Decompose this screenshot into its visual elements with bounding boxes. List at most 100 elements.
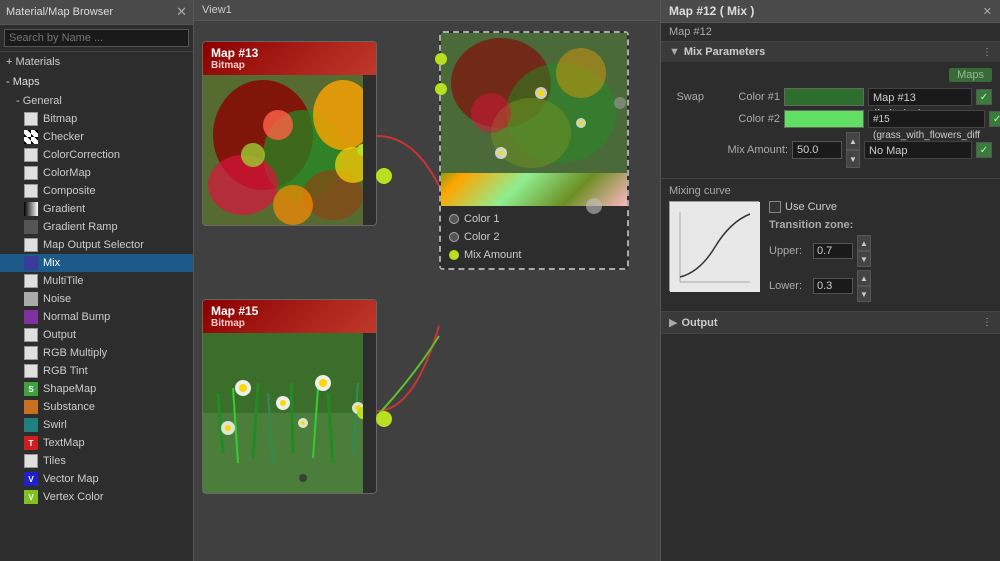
left-sections: + Materials - Maps - General Bitmap Chec… (0, 52, 193, 561)
colormap-label: ColorMap (43, 167, 91, 179)
gradientramp-label: Gradient Ramp (43, 221, 118, 233)
node12-input-color1[interactable]: Color 1 (441, 210, 627, 228)
search-bar (0, 25, 193, 52)
sidebar-item-gradientramp[interactable]: Gradient Ramp (0, 218, 193, 236)
close-icon[interactable]: ✕ (176, 4, 187, 20)
sidebar-item-noise[interactable]: Noise (0, 290, 193, 308)
mix-params-grid: Maps Swap Color #1 Map #13 (fruits.jpg) … (661, 62, 1000, 178)
lower-down-btn[interactable]: ▼ (857, 286, 871, 302)
node15-title: Map #15 (211, 304, 258, 318)
mix-parameters-header[interactable]: ▼ Mix Parameters ⋮ (661, 42, 1000, 62)
mixing-curve-section: Mixing curve Use Curve (661, 179, 1000, 312)
sidebar-item-output[interactable]: Output (0, 326, 193, 344)
search-input[interactable] (4, 29, 189, 47)
sidebar-item-mix[interactable]: Mix (0, 254, 193, 272)
colorcorrection-icon (24, 148, 38, 162)
materials-label: + Materials (6, 56, 60, 68)
sidebar-item-normalbump[interactable]: Normal Bump (0, 308, 193, 326)
sidebar-item-checker[interactable]: Checker (0, 128, 193, 146)
sidebar-item-bitmap[interactable]: Bitmap (0, 110, 193, 128)
output-icon (24, 328, 38, 342)
mix-label: Mix (43, 257, 60, 269)
sidebar-item-tiles[interactable]: Tiles (0, 452, 193, 470)
sidebar-item-textmap[interactable]: T TextMap (0, 434, 193, 452)
rgbtint-label: RGB Tint (43, 365, 88, 377)
materials-section[interactable]: + Materials (0, 52, 193, 72)
lower-input[interactable] (813, 278, 853, 294)
rgbtint-icon (24, 364, 38, 378)
amount-down-btn[interactable]: ▼ (846, 150, 860, 168)
vectormap-icon: V (24, 472, 38, 486)
node12-input-mixamount[interactable]: Mix Amount (441, 246, 627, 264)
node13-output-dot[interactable] (357, 144, 363, 156)
composite-label: Composite (43, 185, 96, 197)
shapemap-label: ShapeMap (43, 383, 96, 395)
sidebar-item-colormap[interactable]: ColorMap (0, 164, 193, 182)
sidebar-item-rgbtint[interactable]: RGB Tint (0, 362, 193, 380)
node-map12[interactable]: Map #12 Mix ≡ (439, 31, 629, 270)
sidebar-item-swirl[interactable]: Swirl (0, 416, 193, 434)
mixing-curve-content: Mixing curve Use Curve (661, 179, 1000, 311)
color1-swatch[interactable] (784, 88, 864, 106)
color2-label: Color 2 (464, 231, 499, 243)
color2-map-text[interactable]: #15 (grass_with_flowers_diff (868, 110, 985, 128)
rgbmultiply-label: RGB Multiply (43, 347, 107, 359)
viewport-canvas[interactable]: Map #13 Bitmap (194, 21, 660, 561)
noise-icon (24, 292, 38, 306)
upper-down-btn[interactable]: ▼ (857, 251, 871, 267)
color1-map-text[interactable]: Map #13 (fruits.jpg) (868, 88, 972, 106)
panel-header: Material/Map Browser ✕ (0, 0, 193, 25)
color2-swatch[interactable] (784, 110, 864, 128)
multitile-icon (24, 274, 38, 288)
upper-up-btn[interactable]: ▲ (857, 235, 871, 251)
curve-params: Use Curve Transition zone: Upper: ▲ ▼ Lo… (769, 201, 992, 305)
node12-input-color2[interactable]: Color 2 (441, 228, 627, 246)
sidebar-item-rgbmultiply[interactable]: RGB Multiply (0, 344, 193, 362)
mix-amount-input[interactable] (792, 141, 842, 159)
mapoutputselector-icon (24, 238, 38, 252)
node12-color2-dot[interactable] (435, 83, 447, 95)
node13-title: Map #13 (211, 46, 258, 60)
color2-check[interactable]: ✓ (989, 111, 1000, 127)
lower-row: Lower: ▲ ▼ (769, 270, 992, 302)
vertexcolor-label: Vertex Color (43, 491, 104, 503)
sidebar-item-vertexcolor[interactable]: V Vertex Color (0, 488, 193, 506)
lower-up-btn[interactable]: ▲ (857, 270, 871, 286)
sidebar-item-vectormap[interactable]: V Vector Map (0, 470, 193, 488)
mix-params-collapse-icon: ⋮ (982, 47, 992, 58)
transition-zone-label: Transition zone: (769, 219, 992, 231)
color1-param-row: Swap Color #1 Map #13 (fruits.jpg) ✓ (669, 88, 992, 106)
node15-output-dot[interactable] (357, 407, 363, 419)
right-panel-close-icon[interactable]: ✕ (983, 5, 992, 18)
right-panel-title: Map #12 ( Mix ) (669, 4, 754, 18)
node12-color1-dot[interactable] (435, 53, 447, 65)
tiles-label: Tiles (43, 455, 66, 467)
node-map13[interactable]: Map #13 Bitmap (202, 41, 377, 226)
amount-up-btn[interactable]: ▲ (846, 132, 860, 150)
nomap-check[interactable]: ✓ (976, 142, 992, 158)
sidebar-item-shapemap[interactable]: S ShapeMap (0, 380, 193, 398)
sidebar-item-colorcorrection[interactable]: ColorCorrection (0, 146, 193, 164)
node-map15[interactable]: Map #15 Bitmap (202, 299, 377, 494)
color1-check[interactable]: ✓ (976, 89, 992, 105)
sidebar-item-substance[interactable]: Substance (0, 398, 193, 416)
no-map-text[interactable]: No Map (864, 141, 972, 159)
upper-input[interactable] (813, 243, 853, 259)
general-subsection[interactable]: - General (0, 92, 193, 110)
node15-subtitle: Bitmap (211, 318, 258, 329)
output-header[interactable]: ▶ Output ⋮ (661, 312, 1000, 333)
mixamount-dot (449, 250, 459, 260)
sidebar-item-composite[interactable]: Composite (0, 182, 193, 200)
sidebar-item-multitile[interactable]: MultiTile (0, 272, 193, 290)
output-label: Output (43, 329, 76, 341)
maps-label: - Maps (6, 76, 40, 88)
curve-canvas[interactable] (669, 201, 759, 291)
sidebar-item-mapoutputselector[interactable]: Map Output Selector (0, 236, 193, 254)
upper-row: Upper: ▲ ▼ (769, 235, 992, 267)
color1-dot (449, 214, 459, 224)
sidebar-item-gradient[interactable]: Gradient (0, 200, 193, 218)
maps-section[interactable]: - Maps (0, 72, 193, 92)
shapemap-icon: S (24, 382, 38, 396)
use-curve-checkbox[interactable] (769, 201, 781, 213)
right-panel: Map #12 ( Mix ) ✕ Map #12 ▼ Mix Paramete… (660, 0, 1000, 561)
